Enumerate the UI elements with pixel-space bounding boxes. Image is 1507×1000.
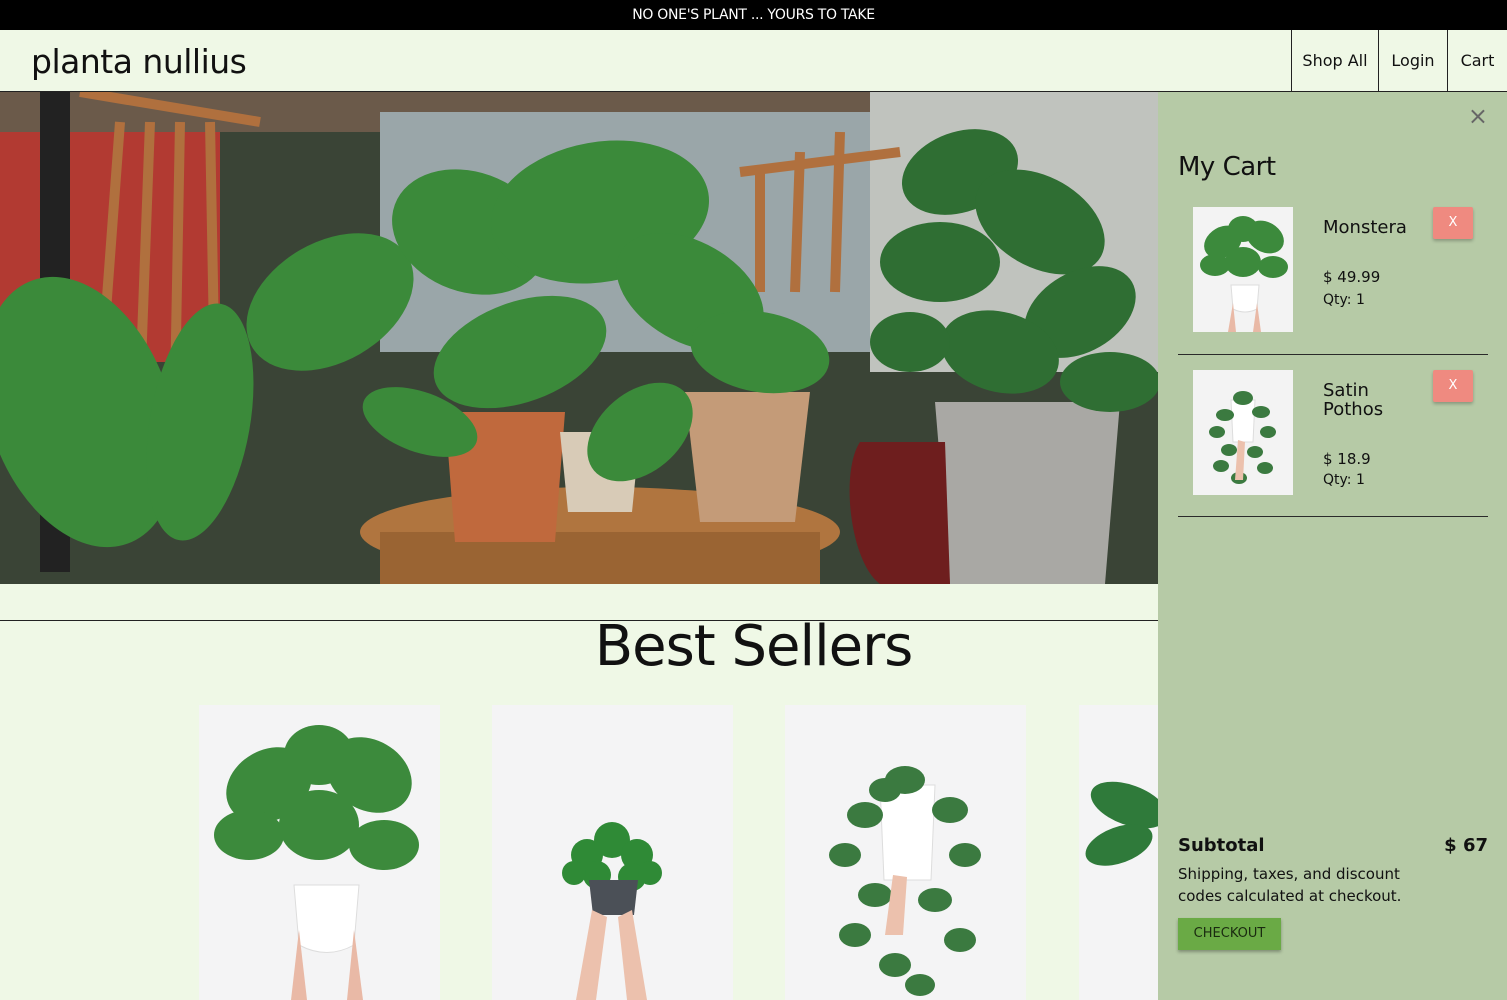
announcement-bar: NO ONE'S PLANT ... YOURS TO TAKE (0, 0, 1507, 30)
cart-title: My Cart (1178, 152, 1276, 182)
cart-item-name: Satin Pothos (1323, 380, 1384, 420)
nav-links: Shop All Login Cart (1291, 30, 1507, 91)
cart-item-name: Monstera (1323, 217, 1407, 238)
cart-item: Monstera $ 49.99 Qty: 1 X (1178, 207, 1488, 355)
cart-item-quantity: Qty: 1 (1323, 472, 1365, 488)
brand-logo[interactable]: planta nullius (31, 42, 247, 81)
nav-cart[interactable]: Cart (1447, 30, 1507, 91)
close-icon[interactable]: × (1468, 102, 1488, 130)
product-card[interactable] (785, 705, 1026, 1000)
cart-item-price: $ 49.99 (1323, 268, 1381, 286)
subtotal-value: $ 67 (1444, 835, 1488, 856)
subtotal-label: Subtotal (1178, 835, 1265, 856)
product-card[interactable] (1079, 705, 1158, 1000)
cart-item: Satin Pothos $ 18.9 Qty: 1 X (1178, 370, 1488, 517)
product-card[interactable] (492, 705, 733, 1000)
cart-drawer: × My Cart Monstera $ 49.99 Qty: 1 X Sati… (1158, 92, 1507, 1000)
main-navbar: planta nullius Shop All Login Cart (0, 30, 1507, 92)
cart-item-thumbnail (1193, 370, 1293, 495)
nav-login[interactable]: Login (1378, 30, 1447, 91)
product-image-satin-pothos (829, 766, 981, 996)
remove-item-button[interactable]: X (1433, 370, 1473, 402)
product-image-pilea (562, 822, 662, 1000)
cart-item-thumbnail (1193, 207, 1293, 332)
checkout-note: Shipping, taxes, and discount codes calc… (1178, 865, 1402, 905)
product-image-partial (1085, 781, 1158, 866)
nav-shop-all[interactable]: Shop All (1291, 30, 1378, 91)
cart-item-quantity: Qty: 1 (1323, 292, 1365, 308)
hero-image (0, 92, 1158, 584)
product-card[interactable] (199, 705, 440, 1000)
cart-item-price: $ 18.9 (1323, 450, 1371, 468)
product-image-monstera (214, 725, 419, 1000)
remove-item-button[interactable]: X (1433, 207, 1473, 239)
checkout-button[interactable]: CHECKOUT (1178, 918, 1281, 950)
